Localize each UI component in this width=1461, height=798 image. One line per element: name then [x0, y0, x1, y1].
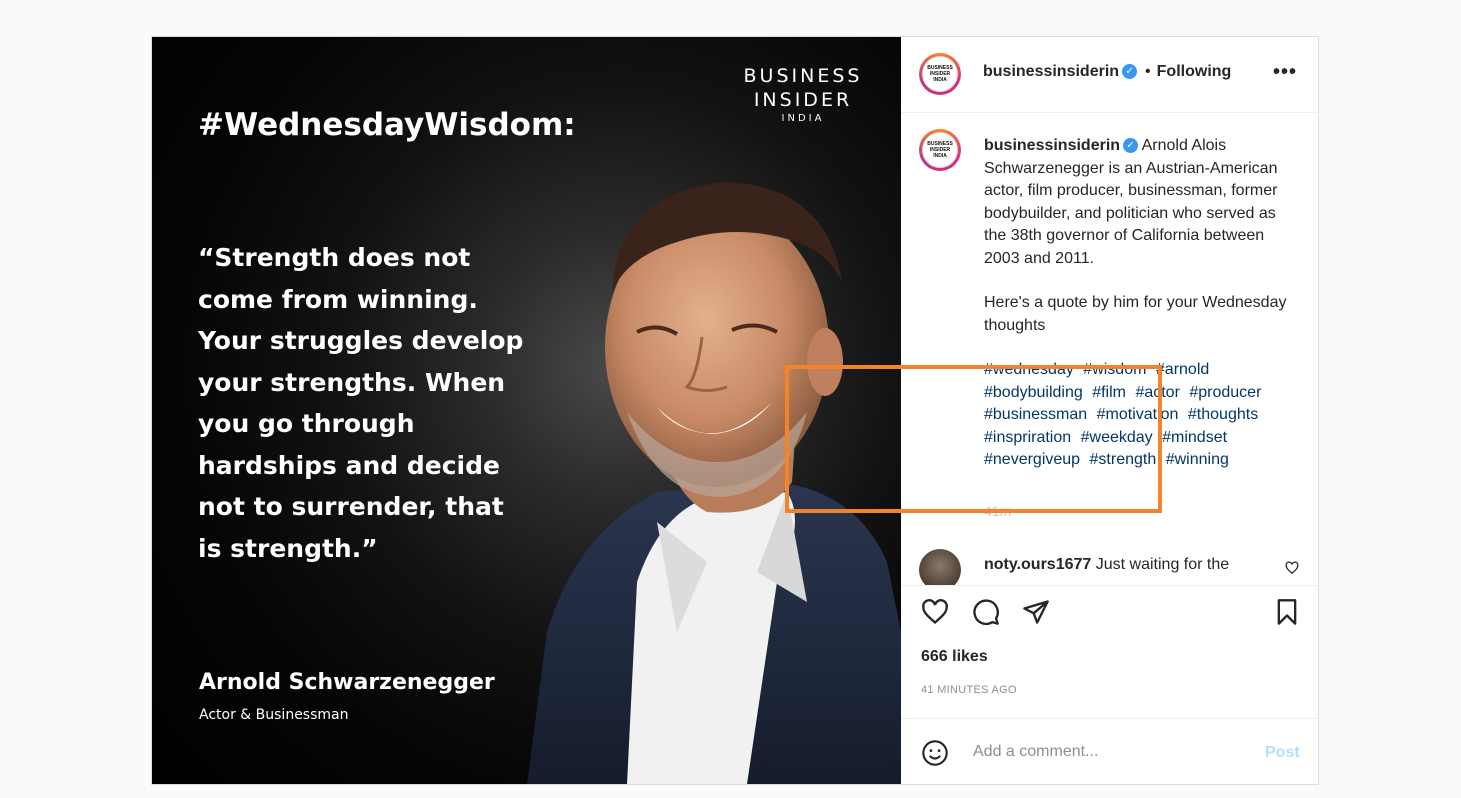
image-author-name: Arnold Schwarzenegger: [199, 670, 495, 695]
portrait-photo: [527, 182, 901, 784]
caption-username[interactable]: businessinsiderin: [984, 137, 1120, 154]
separator-dot: •: [1145, 63, 1151, 80]
commenter-username[interactable]: noty.ours1677: [984, 556, 1091, 573]
hashtag-link[interactable]: #wednesday: [984, 361, 1074, 378]
hashtag-link[interactable]: #thoughts: [1188, 406, 1258, 423]
image-author-role: Actor & Businessman: [199, 707, 349, 723]
caption-avatar[interactable]: BUSINESS INSIDER INDIA: [919, 129, 961, 171]
caption-avatar-text-3: INDIA: [933, 153, 947, 159]
verified-badge-icon: ✓: [1122, 64, 1138, 80]
image-headline: #WednesdayWisdom:: [198, 107, 576, 143]
post-image[interactable]: BUSINESS INSIDER INDIA #WednesdayWisdom:…: [152, 37, 901, 784]
logo-line-2: INSIDER: [753, 89, 853, 111]
commenter-avatar[interactable]: [919, 549, 961, 586]
hashtag-link[interactable]: #actor: [1135, 384, 1179, 401]
share-send-icon[interactable]: [1022, 598, 1050, 626]
hashtag-link[interactable]: #bodybuilding: [984, 384, 1083, 401]
hashtag-link[interactable]: #producer: [1189, 384, 1261, 401]
hashtag-link[interactable]: #film: [1092, 384, 1126, 401]
caption-paragraph-2: Here's a quote by him for your Wednesday…: [984, 294, 1287, 334]
hashtag-link[interactable]: #weekday: [1081, 429, 1153, 446]
likes-count[interactable]: 666 likes: [921, 648, 988, 666]
add-comment-bar: Post: [901, 718, 1318, 785]
hashtag-link[interactable]: #nevergiveup: [984, 451, 1080, 468]
more-options-icon[interactable]: •••: [1273, 61, 1297, 84]
caption-verified-badge-icon: ✓: [1123, 138, 1139, 154]
image-quote: “Strength does not come from winning. Yo…: [198, 243, 524, 563]
hashtag-link[interactable]: #wisdom: [1083, 361, 1146, 378]
hashtag-link[interactable]: #inspriration: [984, 429, 1071, 446]
header-username[interactable]: businessinsiderin: [983, 63, 1119, 80]
comments-scroll-area[interactable]: BUSINESS INSIDER INDIA businessinsiderin…: [901, 113, 1318, 586]
hashtag-link[interactable]: #winning: [1166, 451, 1229, 468]
hashtag-link[interactable]: #businessman: [984, 406, 1087, 423]
post-actions: 666 likes 41 MINUTES AGO: [901, 585, 1318, 706]
caption-hashtags: #wednesday #wisdom #arnold #bodybuilding…: [984, 359, 1294, 472]
post-header: BUSINESS INSIDER INDIA businessinsiderin…: [901, 37, 1318, 113]
business-insider-logo: BUSINESS INSIDER INDIA: [741, 64, 865, 124]
hashtag-link[interactable]: #motivation: [1097, 406, 1179, 423]
post-timestamp[interactable]: 41 MINUTES AGO: [921, 684, 1017, 696]
emoji-icon[interactable]: [921, 739, 949, 767]
following-button[interactable]: Following: [1157, 63, 1232, 80]
hashtag-link[interactable]: #arnold: [1156, 361, 1209, 378]
hashtag-link[interactable]: #mindset: [1162, 429, 1227, 446]
comment-text: Just waiting for the: [1095, 556, 1230, 573]
post-caption: businessinsiderin ✓ Arnold Alois Schwarze…: [984, 135, 1294, 472]
logo-line-3: INDIA: [781, 113, 825, 124]
save-bookmark-icon[interactable]: [1273, 598, 1301, 626]
avatar-text-3: INDIA: [933, 77, 947, 83]
instagram-post: BUSINESS INSIDER INDIA #WednesdayWisdom:…: [151, 36, 1319, 785]
caption-timestamp: 41m: [984, 503, 1012, 519]
like-heart-icon[interactable]: [921, 598, 949, 626]
profile-avatar[interactable]: BUSINESS INSIDER INDIA: [919, 53, 961, 95]
hashtag-link[interactable]: #strength: [1090, 451, 1157, 468]
caption-text: Arnold Alois Schwarzenegger is an Austri…: [984, 137, 1278, 267]
comment-like-heart-icon[interactable]: [1285, 561, 1299, 575]
comment-bubble-icon[interactable]: [972, 598, 1000, 626]
post-comment-button[interactable]: Post: [1265, 744, 1300, 762]
logo-line-1: BUSINESS: [743, 65, 863, 87]
comment-input[interactable]: [971, 742, 1245, 762]
post-details-panel: BUSINESS INSIDER INDIA businessinsiderin…: [901, 37, 1318, 784]
